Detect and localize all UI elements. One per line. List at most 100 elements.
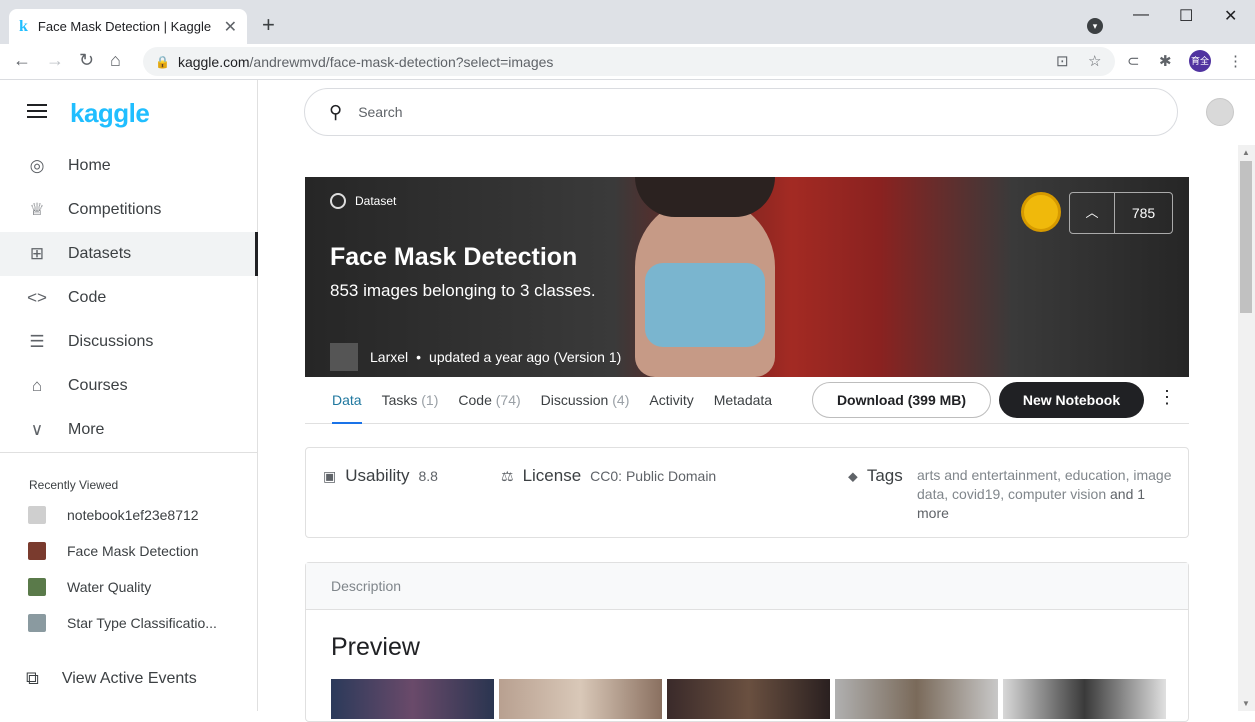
- preview-image[interactable]: [667, 679, 830, 719]
- sidebar-item-discussions[interactable]: ☰ Discussions: [0, 320, 258, 364]
- recent-thumbnail: [28, 578, 46, 596]
- recent-item-notebook[interactable]: notebook1ef23e8712: [28, 497, 217, 533]
- dataset-subtitle: 853 images belonging to 3 classes.: [330, 281, 596, 300]
- sidebar-item-label: More: [68, 421, 105, 438]
- more-options-icon[interactable]: ⋮: [1158, 387, 1176, 408]
- tab-discussion[interactable]: Discussion (4): [541, 377, 630, 424]
- reload-icon[interactable]: ↻: [79, 50, 94, 71]
- vote-count: 785: [1131, 205, 1156, 221]
- download-button[interactable]: Download (399 MB): [812, 382, 991, 418]
- events-label: View Active Events: [61, 669, 197, 687]
- sidebar-item-code[interactable]: <> Code: [0, 276, 258, 320]
- sidebar-item-home[interactable]: ◎ Home: [0, 144, 258, 188]
- sidebar-item-label: Datasets: [68, 245, 132, 262]
- events-icon: ⧉: [26, 668, 39, 688]
- sidebar-item-more[interactable]: ∨ More: [0, 408, 258, 452]
- preview-image[interactable]: [835, 679, 998, 719]
- new-notebook-button[interactable]: New Notebook: [999, 382, 1144, 418]
- tab-search-icon[interactable]: ▾: [1087, 18, 1103, 34]
- hero-image-hair: [635, 177, 775, 217]
- tab-tasks[interactable]: Tasks (1): [382, 377, 439, 424]
- preview-images: [331, 679, 1171, 719]
- forward-icon[interactable]: →: [46, 50, 64, 71]
- tags-values[interactable]: arts and entertainment, education, image…: [917, 466, 1177, 523]
- kaggle-logo[interactable]: kaggle: [70, 98, 150, 129]
- license-block: ⚖ License CC0: Public Domain: [501, 466, 716, 486]
- recent-item-star-type[interactable]: Star Type Classificatio...: [28, 605, 217, 641]
- recent-item-label: Face Mask Detection: [67, 543, 199, 559]
- recent-item-water-quality[interactable]: Water Quality: [28, 569, 217, 605]
- recent-thumbnail: [28, 614, 46, 632]
- scroll-up-icon[interactable]: ▲: [1242, 148, 1250, 157]
- user-avatar[interactable]: [1206, 98, 1234, 126]
- upvote-widget: ︿ 785: [1069, 192, 1173, 234]
- dataset-hero-banner: Dataset Face Mask Detection 853 images b…: [305, 177, 1189, 377]
- recent-item-label: Water Quality: [67, 579, 152, 595]
- preview-image[interactable]: [499, 679, 662, 719]
- license-value[interactable]: CC0: Public Domain: [590, 468, 716, 484]
- dataset-type-tag: Dataset: [330, 193, 396, 209]
- sidebar-item-datasets[interactable]: ⊞ Datasets: [0, 232, 258, 276]
- comment-icon: ☰: [29, 332, 45, 351]
- translate-icon[interactable]: ⊡: [1056, 52, 1069, 70]
- extension-icon[interactable]: ⊂: [1127, 52, 1140, 70]
- close-tab-icon[interactable]: ✕: [224, 17, 237, 37]
- menu-kebab-icon[interactable]: ⋮: [1228, 52, 1243, 70]
- tab-data[interactable]: Data: [332, 377, 362, 424]
- view-active-events-link[interactable]: ⧉ View Active Events: [26, 668, 197, 689]
- browser-tab-strip: k Face Mask Detection | Kaggle ✕ + ▾ — ☐…: [0, 0, 1255, 44]
- search-input[interactable]: ⚲ Search: [304, 88, 1178, 136]
- back-icon[interactable]: ←: [13, 50, 31, 71]
- page-scrollbar[interactable]: ▲ ▼: [1238, 145, 1255, 711]
- usability-icon: ▣: [323, 468, 337, 484]
- preview-image[interactable]: [331, 679, 494, 719]
- author-name[interactable]: Larxel: [370, 349, 408, 365]
- preview-heading: Preview: [331, 633, 420, 661]
- dataset-tabs: Data Tasks (1) Code (74) Discussion (4) …: [305, 377, 1189, 424]
- divider: [0, 452, 258, 453]
- lock-icon: 🔒: [155, 54, 170, 69]
- scroll-down-icon[interactable]: ▼: [1242, 699, 1250, 708]
- maximize-icon[interactable]: ☐: [1179, 6, 1193, 26]
- description-header: Description: [306, 563, 1188, 610]
- author-line: Larxel • updated a year ago (Version 1): [330, 343, 621, 371]
- tab-code[interactable]: Code (74): [458, 377, 520, 424]
- window-close-icon[interactable]: ✕: [1224, 6, 1237, 26]
- address-bar[interactable]: 🔒 kaggle.com/andrewmvd/face-mask-detecti…: [143, 47, 1115, 76]
- browser-tab[interactable]: k Face Mask Detection | Kaggle ✕: [9, 9, 247, 44]
- tab-activity[interactable]: Activity: [649, 377, 693, 424]
- tag-icon: ⬥: [848, 468, 858, 484]
- sidebar-item-label: Code: [68, 289, 107, 306]
- trophy-icon: ♕: [29, 200, 45, 219]
- tab-metadata[interactable]: Metadata: [714, 377, 772, 424]
- hamburger-menu-icon[interactable]: [27, 104, 47, 122]
- sidebar: kaggle ◎ Home ♕ Competitions ⊞ Datasets <> C…: [0, 80, 258, 711]
- sidebar-item-courses[interactable]: ⌂ Courses: [0, 364, 258, 408]
- home-icon[interactable]: ⌂: [110, 50, 121, 71]
- profile-avatar[interactable]: 育全: [1189, 50, 1211, 72]
- dataset-icon: [330, 193, 346, 209]
- recent-item-label: notebook1ef23e8712: [67, 507, 199, 523]
- author-avatar[interactable]: [330, 343, 358, 371]
- recent-item-face-mask[interactable]: Face Mask Detection: [28, 533, 217, 569]
- bullet-separator: •: [416, 349, 422, 365]
- scale-icon: ⚖: [501, 468, 514, 484]
- sidebar-item-label: Discussions: [68, 333, 154, 350]
- recent-item-label: Star Type Classificatio...: [67, 615, 217, 631]
- scrollbar-thumb[interactable]: [1240, 161, 1252, 313]
- hero-image-mask: [645, 263, 765, 347]
- puzzle-icon[interactable]: ✱: [1159, 52, 1172, 70]
- usability-value[interactable]: 8.8: [418, 468, 437, 484]
- search-icon: ⚲: [329, 101, 343, 122]
- sidebar-item-label: Courses: [68, 377, 128, 394]
- tags-label: Tags: [866, 466, 903, 485]
- usability-block: ▣ Usability 8.8: [323, 466, 438, 486]
- preview-image[interactable]: [1003, 679, 1166, 719]
- url-text: kaggle.com/andrewmvd/face-mask-detection…: [177, 53, 554, 70]
- minimize-icon[interactable]: —: [1133, 6, 1149, 24]
- recent-thumbnail: [28, 506, 46, 524]
- upvote-button[interactable]: ︿: [1070, 193, 1115, 233]
- new-tab-icon[interactable]: +: [262, 12, 275, 38]
- sidebar-item-competitions[interactable]: ♕ Competitions: [0, 188, 258, 232]
- bookmark-star-icon[interactable]: ☆: [1088, 52, 1101, 70]
